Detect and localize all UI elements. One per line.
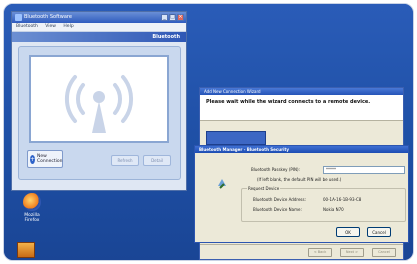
security-dialog-titlebar[interactable]: Bluetooth Manager - Bluetooth Security <box>195 146 408 153</box>
ok-button[interactable]: OK <box>336 227 360 237</box>
wizard-cancel-button[interactable]: Cancel <box>372 248 396 257</box>
minimize-button[interactable]: _ <box>161 14 168 21</box>
wizard-footer: < Back Next > Cancel <box>200 244 403 259</box>
firefox-label: Mozilla Firefox <box>24 213 40 223</box>
passkey-label: Bluetooth Passkey (PIN): <box>251 167 300 172</box>
request-device-group <box>241 188 406 222</box>
firefox-desktop-icon[interactable]: Mozilla Firefox <box>17 193 47 223</box>
device-name-label: Bluetooth Device Name: <box>253 207 302 212</box>
bluetooth-window-title: Bluetooth Software <box>24 14 72 20</box>
wizard-titlebar[interactable]: Add New Connection Wizard <box>200 88 403 95</box>
wizard-header: Please wait while the wizard connects to… <box>200 95 403 121</box>
firefox-icon <box>23 193 41 211</box>
desktop-folder-icon[interactable] <box>17 242 35 258</box>
maximize-button[interactable]: □ <box>169 14 176 21</box>
refresh-button[interactable]: Refresh <box>111 155 139 166</box>
next-button[interactable]: Next > <box>340 248 364 257</box>
connection-display <box>29 55 169 143</box>
bluetooth-software-window: Bluetooth Software _ □ × Bluetooth View … <box>11 11 187 191</box>
new-connection-label: New Connection <box>37 154 63 164</box>
device-name-value: Nokia N70 <box>323 207 344 212</box>
new-connection-icon: + <box>30 154 36 164</box>
menu-help[interactable]: Help <box>63 24 73 29</box>
bluetooth-brand-label: Bluetooth <box>152 34 180 40</box>
request-device-title: Request Device <box>247 186 281 191</box>
bluetooth-window-titlebar[interactable]: Bluetooth Software _ □ × <box>12 12 186 23</box>
detail-button[interactable]: Detail <box>143 155 171 166</box>
bluetooth-security-dialog: Bluetooth Manager - Bluetooth Security B… <box>194 145 409 243</box>
wizard-progress-tab <box>206 131 266 145</box>
bluetooth-app-icon <box>15 14 22 21</box>
back-button[interactable]: < Back <box>308 248 332 257</box>
passkey-input[interactable]: ***** <box>323 166 405 174</box>
cancel-button[interactable]: Cancel <box>367 227 391 237</box>
bluetooth-brand-bar: Bluetooth <box>12 32 186 42</box>
new-connection-button[interactable]: + New Connection <box>27 150 63 168</box>
device-address-label: Bluetooth Device Address: <box>253 197 306 202</box>
screenshot-frame: Bluetooth Software _ □ × Bluetooth View … <box>3 3 414 261</box>
menu-bar: Bluetooth View Help <box>12 23 186 32</box>
broadcast-antenna-icon <box>64 75 134 133</box>
device-address-value: 00-1A-16-1B-93-C8 <box>323 197 362 202</box>
menu-bluetooth[interactable]: Bluetooth <box>16 24 38 29</box>
default-pin-note: (If left blank, the default PIN will be … <box>257 177 342 182</box>
wizard-message: Please wait while the wizard connects to… <box>206 99 371 105</box>
bluetooth-key-icon <box>218 179 226 189</box>
connection-panel: + New Connection Refresh Detail <box>18 46 181 180</box>
close-button[interactable]: × <box>177 14 184 21</box>
menu-view[interactable]: View <box>45 24 56 29</box>
window-controls: _ □ × <box>161 14 184 21</box>
